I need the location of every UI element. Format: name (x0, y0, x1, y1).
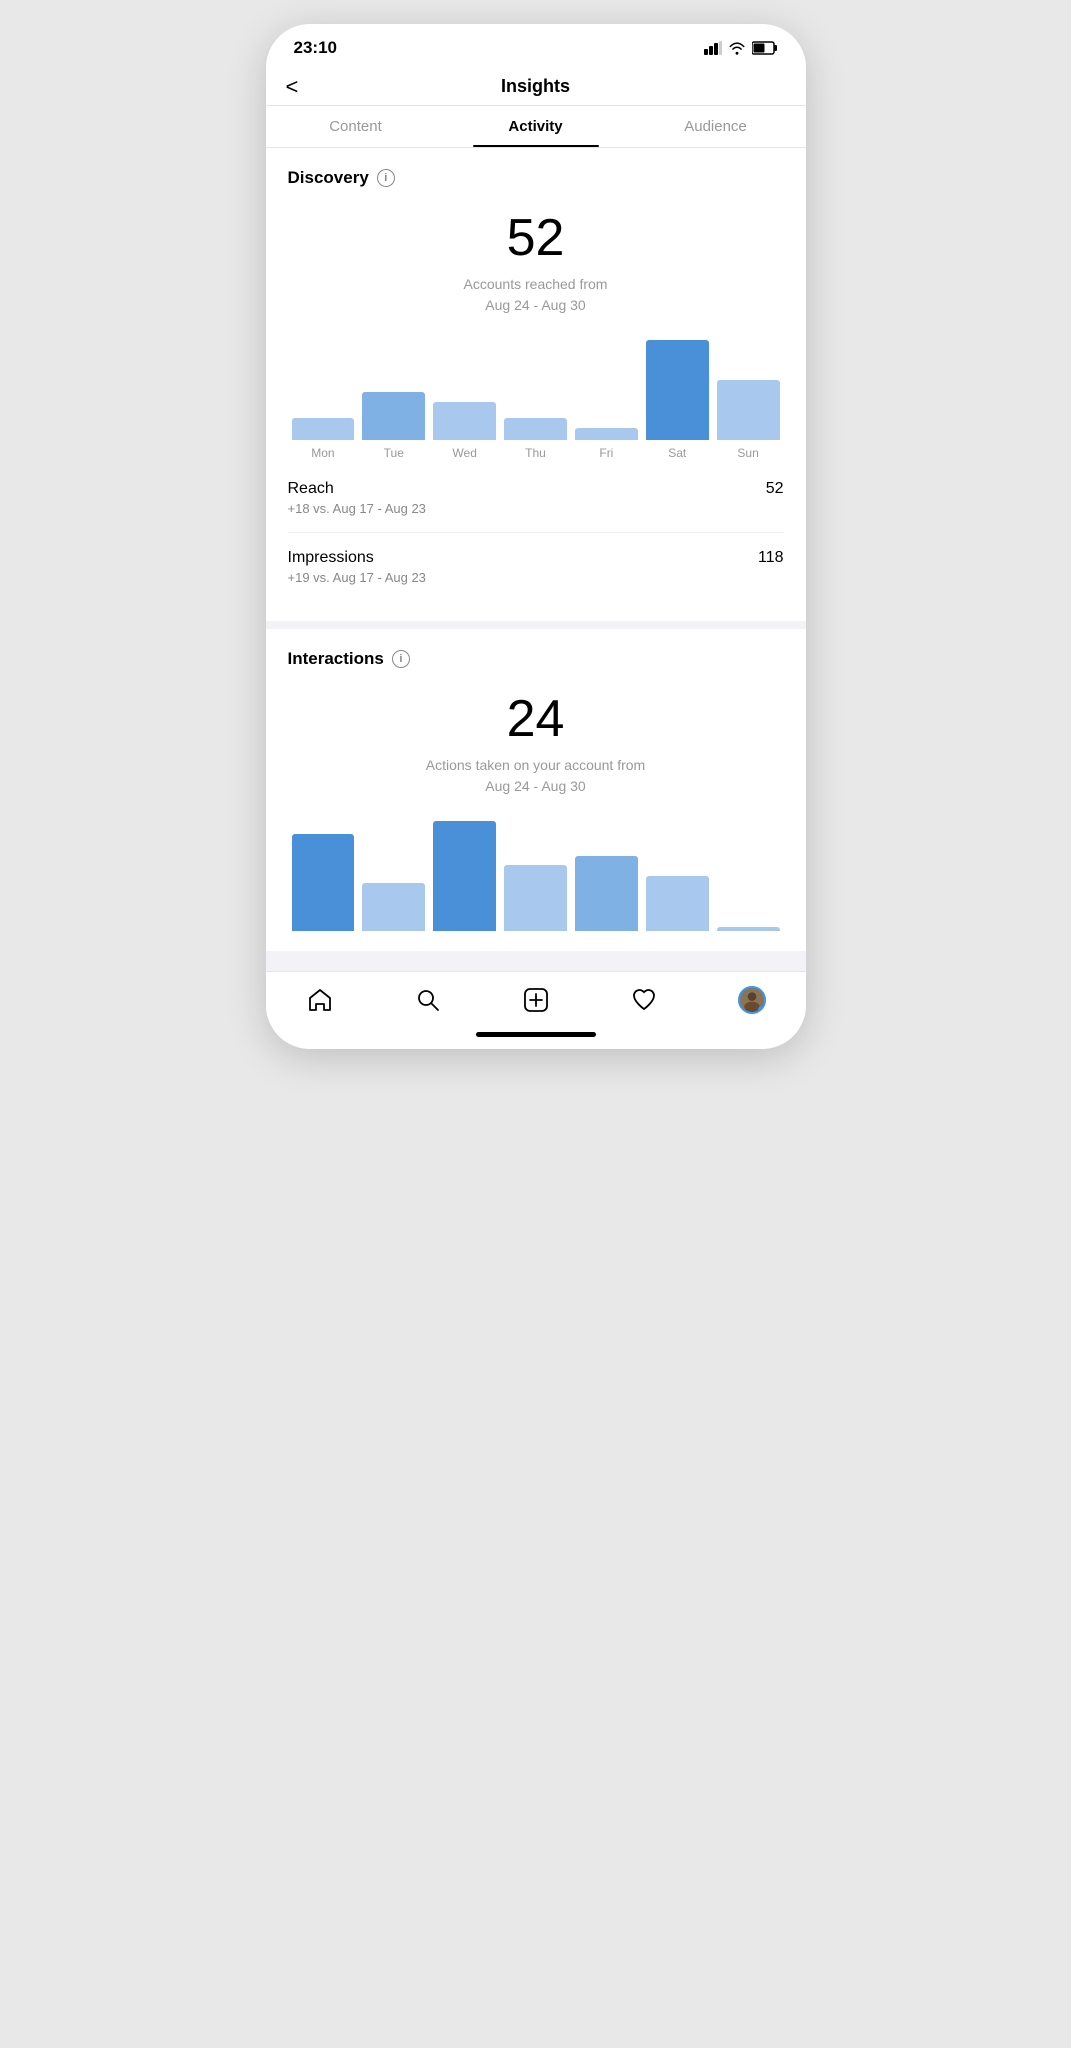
reach-metric: Reach +18 vs. Aug 17 - Aug 23 52 (288, 464, 784, 533)
avatar (738, 986, 766, 1014)
heart-icon (630, 986, 658, 1014)
interactions-date-range: Actions taken on your account fromAug 24… (288, 755, 784, 797)
interactions-info-icon[interactable]: i (392, 650, 410, 668)
phone-frame: 23:10 < Insights (266, 24, 806, 1049)
signal-icon (704, 41, 722, 55)
discovery-section: Discovery i 52 Accounts reached fromAug … (266, 148, 806, 621)
interactions-section: Interactions i 24 Actions taken on your … (266, 629, 806, 951)
nav-add[interactable] (510, 982, 562, 1018)
home-indicator (266, 1024, 806, 1049)
back-button[interactable]: < (286, 74, 299, 100)
section-divider (266, 621, 806, 629)
bottom-nav (266, 971, 806, 1024)
int-chart-bar-fri (575, 821, 638, 931)
int-chart-bar-mon (292, 821, 355, 931)
tab-audience[interactable]: Audience (626, 106, 806, 147)
nav-profile[interactable] (726, 982, 778, 1018)
int-chart-bar-wed (433, 821, 496, 931)
wifi-icon (728, 41, 746, 55)
int-chart-bar-sat (646, 821, 709, 931)
home-icon (306, 986, 334, 1014)
chart-bar-wed: Wed (433, 340, 496, 460)
search-icon (414, 986, 442, 1014)
battery-icon (752, 41, 778, 55)
bottom-padding (266, 951, 806, 971)
status-bar: 23:10 (266, 24, 806, 66)
tabs-bar: Content Activity Audience (266, 106, 806, 148)
interactions-chart (288, 821, 784, 931)
chart-bar-fri: Fri (575, 340, 638, 460)
nav-home[interactable] (294, 982, 346, 1018)
impressions-metric: Impressions +19 vs. Aug 17 - Aug 23 118 (288, 533, 784, 601)
discovery-info-icon[interactable]: i (377, 169, 395, 187)
discovery-chart: Mon Tue Wed Thu (288, 340, 784, 460)
discovery-big-number: 52 (288, 208, 784, 268)
home-bar (476, 1032, 596, 1037)
profile-icon (738, 986, 766, 1014)
chart-bar-mon: Mon (292, 340, 355, 460)
int-chart-bar-tue (362, 821, 425, 931)
status-icons (704, 41, 778, 55)
chart-bar-sun: Sun (717, 340, 780, 460)
int-chart-bar-thu (504, 821, 567, 931)
tab-content[interactable]: Content (266, 106, 446, 147)
tab-activity[interactable]: Activity (446, 106, 626, 147)
chart-bar-sat: Sat (646, 340, 709, 460)
nav-search[interactable] (402, 982, 454, 1018)
main-content: Discovery i 52 Accounts reached fromAug … (266, 148, 806, 971)
add-icon (522, 986, 550, 1014)
page-title: Insights (501, 76, 570, 97)
chart-bar-thu: Thu (504, 340, 567, 460)
discovery-heading: Discovery i (288, 168, 784, 188)
chart-bar-tue: Tue (362, 340, 425, 460)
interactions-big-number: 24 (288, 689, 784, 749)
int-chart-bar-sun (717, 821, 780, 931)
avatar-dot (758, 1006, 766, 1014)
nav-heart[interactable] (618, 982, 670, 1018)
header: < Insights (266, 66, 806, 106)
discovery-date-range: Accounts reached fromAug 24 - Aug 30 (288, 274, 784, 316)
interactions-heading: Interactions i (288, 649, 784, 669)
status-time: 23:10 (294, 38, 337, 58)
